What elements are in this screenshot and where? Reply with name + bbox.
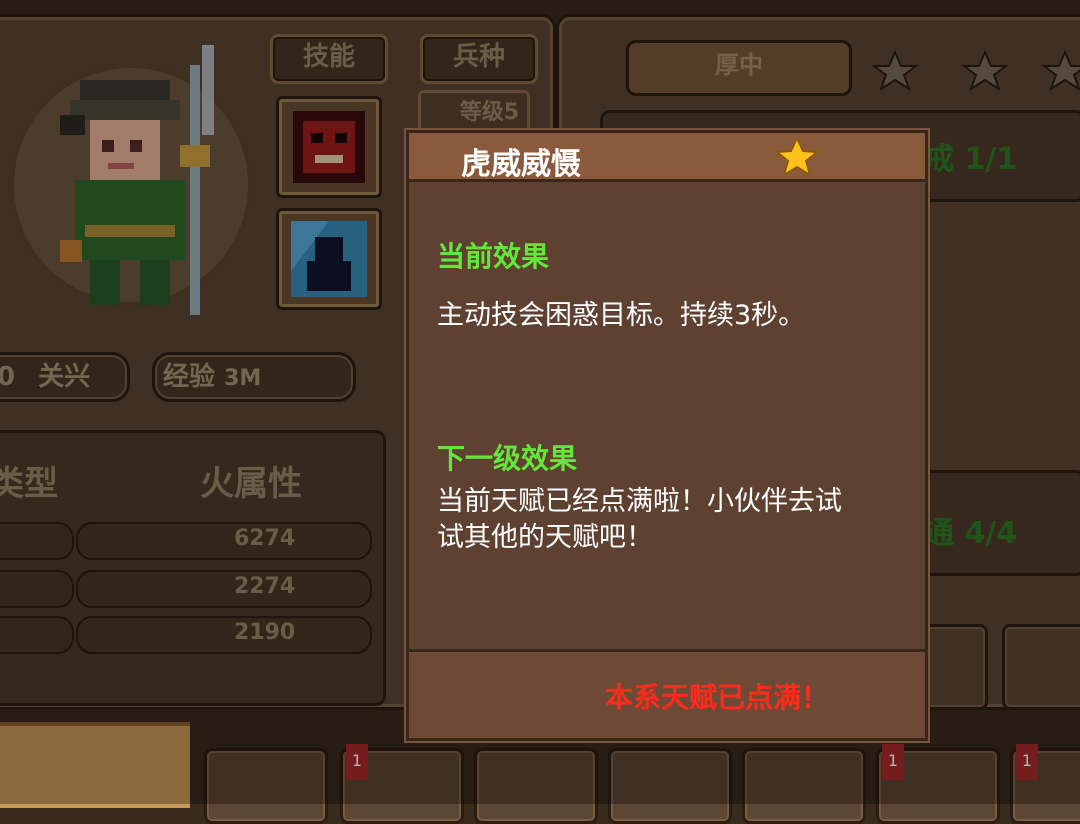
tab-skills[interactable]: 技能 <box>270 34 388 84</box>
hero-name-pill: 0 关兴 <box>0 352 130 402</box>
bottom-wood-scroll <box>0 722 190 808</box>
stat-row-2 <box>0 570 74 608</box>
star-empty-icon <box>1041 50 1080 90</box>
stat-row-3 <box>0 616 74 654</box>
tooltip-footer: 本系天赋已点满！ <box>409 649 925 738</box>
stats-type-value: 火属性 <box>200 464 302 504</box>
tooltip-header: 虎威威慑 <box>409 133 925 182</box>
talent-tooltip: 虎威威慑 当前效果 主动技会困惑目标。持续3秒。 下一级效果 当前天赋已经点满啦… <box>406 130 928 741</box>
demon-mask-icon <box>293 111 365 183</box>
exp-pill: 经验 3M <box>152 352 356 402</box>
stats-type-label: 类型 <box>0 464 58 504</box>
stat-value-2: 2274 <box>234 574 296 599</box>
slot-badge: 1 <box>1016 744 1038 780</box>
stat-value-1: 6274 <box>234 526 296 551</box>
shadow-figure-icon <box>291 221 367 297</box>
current-effect-text: 主动技会困惑目标。持续3秒。 <box>437 300 806 331</box>
hero-name: 关兴 <box>38 362 91 392</box>
skill-slot-2[interactable] <box>276 208 382 310</box>
level-plaque: 等级5 <box>418 90 530 134</box>
hero-slot-5[interactable] <box>742 748 866 824</box>
star-empty-icon <box>871 50 919 90</box>
talent-row-1-progress: 戒 1/1 <box>924 142 1018 177</box>
hero-sprite <box>60 45 214 315</box>
tab-troops[interactable]: 兵种 <box>420 34 538 84</box>
stat-value-3: 2190 <box>234 620 296 645</box>
maxed-notice: 本系天赋已点满！ <box>604 681 829 714</box>
exp-value: 3M <box>224 366 262 391</box>
talent-header-plaque: 厚中 <box>626 40 852 96</box>
star-filled-icon <box>775 137 819 177</box>
current-effect-label: 当前效果 <box>437 240 550 273</box>
hero-slot-4[interactable] <box>608 748 732 824</box>
next-effect-text-line2: 试其他的天赋吧！ <box>437 522 653 553</box>
hero-slot-1[interactable] <box>204 748 328 824</box>
slot-badge: 1 <box>346 744 368 780</box>
next-effect-text-line1: 当前天赋已经点满啦！小伙伴去试 <box>437 486 842 517</box>
stat-row-1-value-bg <box>76 522 372 560</box>
stat-row-2-value-bg <box>76 570 372 608</box>
talent-row-2-progress: 通 4/4 <box>924 516 1018 551</box>
next-effect-label: 下一级效果 <box>437 442 578 475</box>
stat-row-1 <box>0 522 74 560</box>
star-empty-icon <box>961 50 1009 90</box>
hero-slot-3[interactable] <box>474 748 598 824</box>
slot-badge: 1 <box>882 744 904 780</box>
hero-name-partial: 0 <box>0 362 16 392</box>
stat-row-3-value-bg <box>76 616 372 654</box>
talent-stars <box>871 50 1080 90</box>
talent-button-2[interactable] <box>1002 624 1080 710</box>
skill-slot-1[interactable] <box>276 96 382 198</box>
tooltip-title: 虎威威慑 <box>461 147 581 182</box>
exp-label: 经验 <box>163 362 216 392</box>
